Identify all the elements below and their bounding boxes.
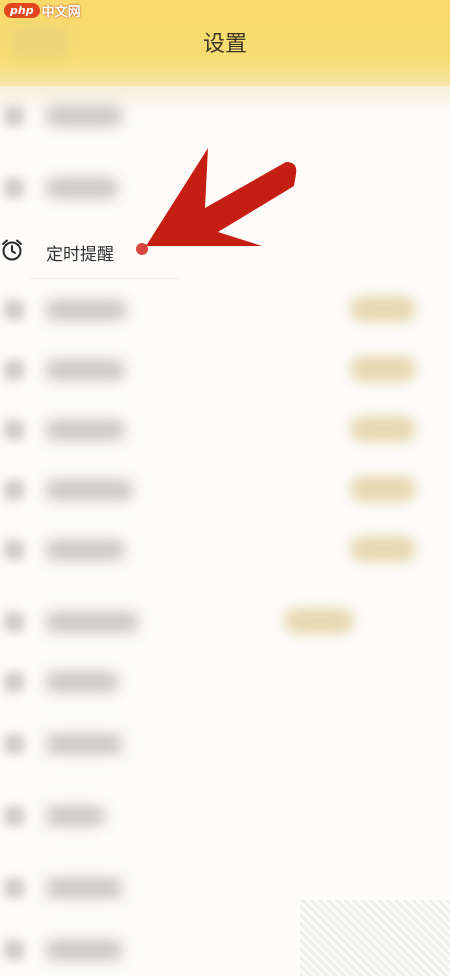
- settings-row[interactable]: [0, 714, 450, 774]
- alarm-clock-icon: [2, 239, 22, 261]
- row-icon: [4, 106, 24, 126]
- row-action-button[interactable]: [350, 356, 416, 382]
- row-label: [46, 178, 118, 198]
- row-label: [46, 360, 124, 380]
- row-label: [46, 540, 124, 560]
- row-icon: [4, 612, 24, 632]
- settings-row[interactable]: [0, 592, 450, 652]
- row-label: [46, 940, 122, 960]
- row-action-button[interactable]: [284, 608, 354, 634]
- row-icon: [4, 940, 24, 960]
- row-icon: [4, 540, 24, 560]
- row-action-button[interactable]: [350, 536, 416, 562]
- settings-row[interactable]: [0, 400, 450, 460]
- row-icon: [4, 734, 24, 754]
- settings-row[interactable]: [0, 460, 450, 520]
- noise-patch: [300, 900, 450, 976]
- settings-screen: 设置 php 中文网 定时提醒: [0, 0, 450, 976]
- settings-row[interactable]: [0, 652, 450, 712]
- row-icon: [4, 806, 24, 826]
- row-icon: [4, 878, 24, 898]
- notification-dot: [136, 243, 148, 255]
- settings-row[interactable]: [0, 158, 450, 218]
- row-label: [46, 672, 118, 692]
- row-label: [46, 420, 124, 440]
- settings-row[interactable]: [0, 520, 450, 580]
- row-label: [46, 480, 132, 500]
- row-icon: [4, 300, 24, 320]
- settings-row[interactable]: [0, 86, 450, 146]
- row-icon: [4, 420, 24, 440]
- row-action-button[interactable]: [350, 296, 416, 322]
- settings-row[interactable]: [0, 340, 450, 400]
- page-title: 设置: [202, 32, 247, 57]
- row-label: [46, 878, 122, 898]
- row-icon: [4, 360, 24, 380]
- row-label: [46, 612, 138, 632]
- row-icon: [4, 178, 24, 198]
- settings-row[interactable]: [0, 280, 450, 340]
- row-label: [46, 806, 104, 826]
- row-icon: [4, 480, 24, 500]
- watermark-site: 中文网: [41, 4, 81, 20]
- timed-reminder-label: 定时提醒: [46, 245, 114, 265]
- row-action-button[interactable]: [350, 416, 416, 442]
- row-label: [46, 734, 122, 754]
- row-label: [46, 106, 122, 126]
- settings-row[interactable]: [0, 786, 450, 846]
- divider: [30, 278, 180, 279]
- row-label: [46, 300, 126, 320]
- watermark: php 中文网: [0, 0, 85, 20]
- watermark-php: php: [4, 2, 40, 18]
- row-action-button[interactable]: [350, 476, 416, 502]
- row-icon: [4, 672, 24, 692]
